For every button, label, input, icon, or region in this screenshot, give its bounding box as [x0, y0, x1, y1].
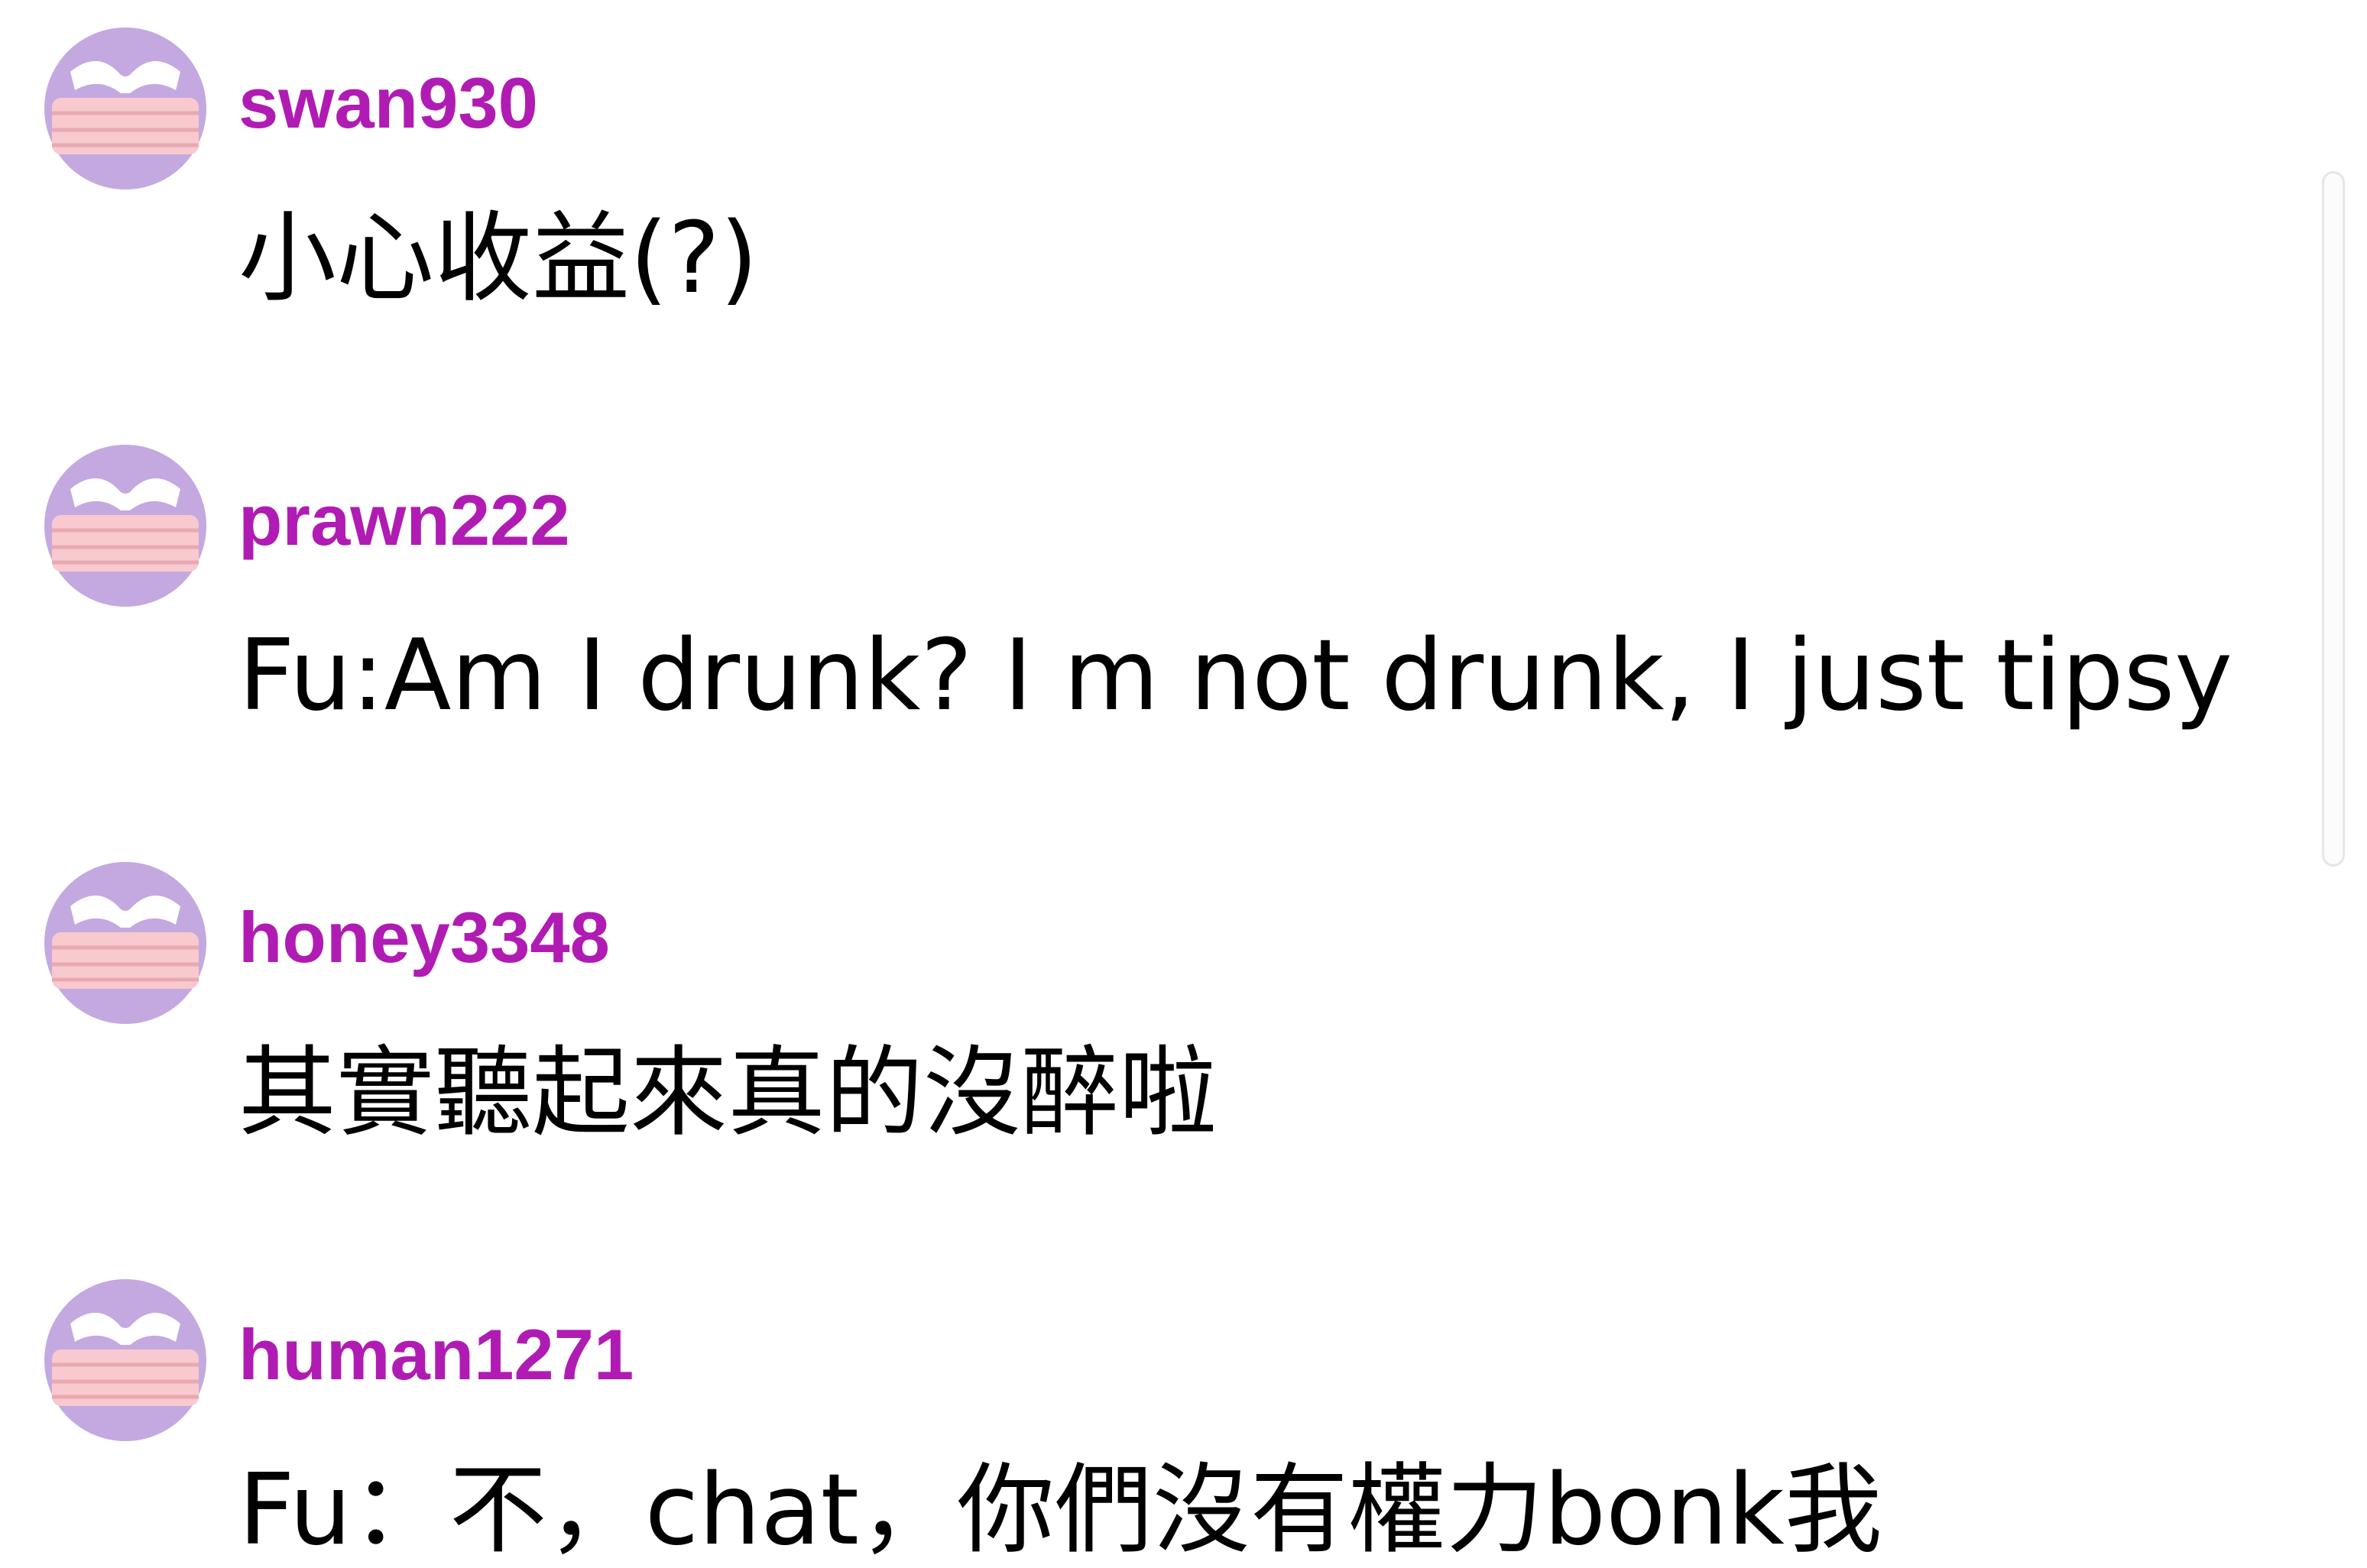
chat-message: honey3348 其實聽起來真的沒醉啦 — [0, 834, 2293, 1247]
message-text: 其實聽起來真的沒醉啦 — [238, 1036, 1218, 1150]
chat-message: prawn222 Fu:Am I drunk? I m not drunk, I… — [0, 417, 2293, 830]
username[interactable]: honey3348 — [238, 896, 610, 980]
scrollbar[interactable] — [2322, 171, 2345, 867]
masked-avatar-icon[interactable] — [44, 445, 206, 607]
masked-avatar-icon[interactable] — [44, 1279, 206, 1441]
masked-avatar-icon[interactable] — [44, 862, 206, 1024]
chat-window: { "colors": { "username": "#b01cb3", "me… — [0, 0, 2367, 1567]
username[interactable]: human1271 — [238, 1313, 634, 1397]
message-text: Fu：不，chat，你們沒有權力bonk我 — [238, 1453, 1882, 1567]
username[interactable]: swan930 — [238, 61, 538, 145]
message-text: 小心收益(?) — [238, 202, 758, 316]
chat-message: swan930 小心收益(?) — [0, 0, 2293, 413]
username[interactable]: prawn222 — [238, 478, 570, 562]
masked-avatar-icon[interactable] — [44, 28, 206, 190]
message-text: Fu:Am I drunk? I m not drunk, I just tip… — [238, 619, 2232, 733]
chat-message: human1271 Fu：不，chat，你們沒有權力bonk我 — [0, 1252, 2293, 1567]
